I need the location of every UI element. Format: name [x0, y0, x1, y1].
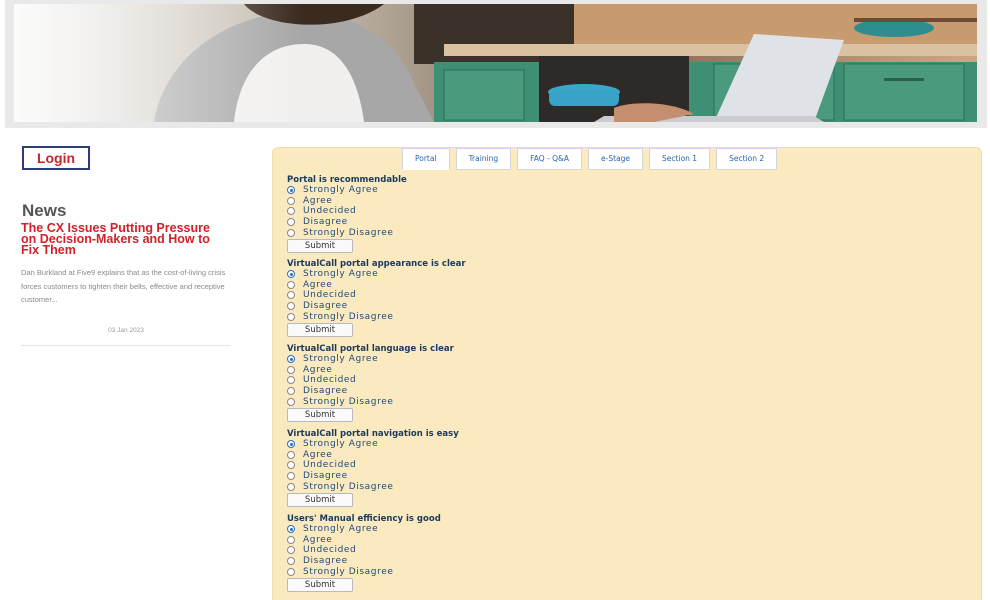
radio-button[interactable]: [287, 450, 295, 459]
survey-question-2: VirtualCall portal appearance is clear S…: [287, 259, 687, 337]
radio-button[interactable]: [287, 280, 295, 289]
banner-image: [14, 4, 977, 122]
question-title: VirtualCall portal navigation is easy: [287, 429, 459, 439]
option-strongly-disagree[interactable]: Strongly Disagree: [287, 481, 687, 492]
submit-button[interactable]: Submit: [287, 407, 353, 422]
option-strongly-disagree[interactable]: Strongly Disagree: [287, 566, 687, 577]
radio-button[interactable]: [287, 472, 295, 481]
radio-button[interactable]: [287, 207, 295, 216]
news-article-date: 03 Jan 2023: [108, 327, 144, 334]
option-strongly-agree[interactable]: Strongly Agree: [287, 354, 687, 365]
submit-button[interactable]: Submit: [287, 238, 353, 253]
submit-button[interactable]: Submit: [287, 577, 353, 592]
tab-bar: Portal Training FAQ - Q&A e-Stage Sectio…: [402, 148, 778, 170]
news-heading: News: [22, 201, 67, 220]
tab-faq-qa[interactable]: FAQ - Q&A: [517, 148, 583, 170]
option-agree[interactable]: Agree: [287, 196, 687, 207]
option-agree[interactable]: Agree: [287, 535, 687, 546]
option-strongly-agree[interactable]: Strongly Agree: [287, 185, 687, 196]
question-title: VirtualCall portal language is clear: [287, 344, 454, 354]
radio-button[interactable]: [287, 376, 295, 385]
option-agree[interactable]: Agree: [287, 280, 687, 291]
option-undecided[interactable]: Undecided: [287, 460, 687, 471]
radio-button[interactable]: [287, 302, 295, 311]
option-undecided[interactable]: Undecided: [287, 206, 687, 217]
banner-photo: [14, 4, 977, 122]
radio-button[interactable]: [287, 557, 295, 566]
radio-button[interactable]: [287, 355, 295, 364]
radio-button[interactable]: [287, 525, 295, 534]
banner-frame: [5, 0, 987, 128]
option-agree[interactable]: Agree: [287, 365, 687, 376]
option-agree[interactable]: Agree: [287, 450, 687, 461]
question-title: Portal is recommendable: [287, 175, 407, 185]
radio-button[interactable]: [287, 312, 295, 321]
radio-button[interactable]: [287, 291, 295, 300]
radio-button[interactable]: [287, 365, 295, 374]
question-title: VirtualCall portal appearance is clear: [287, 259, 466, 269]
question-title: Users' Manual efficiency is good: [287, 514, 441, 524]
option-strongly-agree[interactable]: Strongly Agree: [287, 524, 687, 535]
radio-button[interactable]: [287, 270, 295, 279]
option-strongly-disagree[interactable]: Strongly Disagree: [287, 396, 687, 407]
option-disagree[interactable]: Disagree: [287, 217, 687, 228]
option-undecided[interactable]: Undecided: [287, 375, 687, 386]
option-strongly-disagree[interactable]: Strongly Disagree: [287, 227, 687, 238]
option-strongly-agree[interactable]: Strongly Agree: [287, 439, 687, 450]
survey-question-5: Users' Manual efficiency is good Strongl…: [287, 514, 687, 592]
radio-button[interactable]: [287, 186, 295, 195]
option-undecided[interactable]: Undecided: [287, 290, 687, 301]
radio-button[interactable]: [287, 440, 295, 449]
radio-button[interactable]: [287, 397, 295, 406]
radio-button[interactable]: [287, 535, 295, 544]
submit-button[interactable]: Submit: [287, 322, 353, 337]
submit-button[interactable]: Submit: [287, 492, 353, 507]
radio-button[interactable]: [287, 567, 295, 576]
radio-button[interactable]: [287, 228, 295, 237]
news-article-excerpt: Dan Burkland at Five9 explains that as t…: [21, 268, 226, 304]
login-button[interactable]: Login: [22, 146, 90, 170]
option-disagree[interactable]: Disagree: [287, 556, 687, 567]
radio-button[interactable]: [287, 461, 295, 470]
survey-question-1: Portal is recommendable Strongly Agree A…: [287, 175, 687, 253]
radio-button[interactable]: [287, 482, 295, 491]
option-disagree[interactable]: Disagree: [287, 471, 687, 482]
tab-training[interactable]: Training: [455, 148, 512, 170]
option-strongly-disagree[interactable]: Strongly Disagree: [287, 311, 687, 322]
radio-button[interactable]: [287, 218, 295, 227]
survey-question-3: VirtualCall portal language is clear Str…: [287, 344, 687, 422]
radio-button[interactable]: [287, 196, 295, 205]
option-disagree[interactable]: Disagree: [287, 301, 687, 312]
tab-e-stage[interactable]: e-Stage: [588, 148, 644, 170]
news-divider: [21, 345, 231, 346]
survey-question-4: VirtualCall portal navigation is easy St…: [287, 429, 687, 507]
radio-button[interactable]: [287, 387, 295, 396]
option-disagree[interactable]: Disagree: [287, 386, 687, 397]
option-undecided[interactable]: Undecided: [287, 545, 687, 556]
tab-section-2[interactable]: Section 2: [716, 148, 778, 170]
tab-section-1[interactable]: Section 1: [649, 148, 711, 170]
tab-portal[interactable]: Portal: [402, 148, 450, 170]
radio-button[interactable]: [287, 546, 295, 555]
option-strongly-agree[interactable]: Strongly Agree: [287, 269, 687, 280]
news-article-title-link[interactable]: The CX Issues Putting Pressure on Decisi…: [21, 222, 221, 257]
